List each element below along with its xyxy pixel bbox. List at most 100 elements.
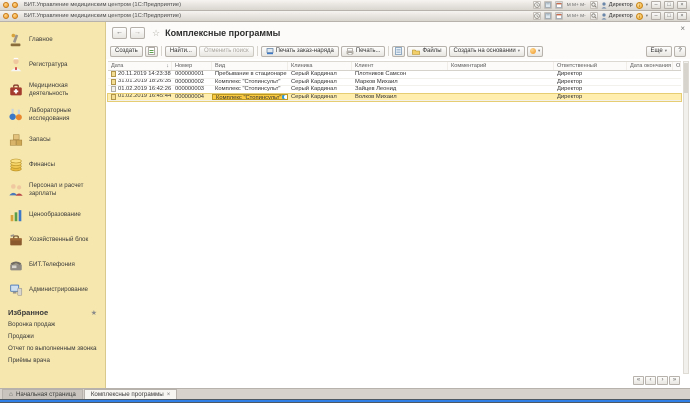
maximize-button[interactable]: □ [664,12,674,20]
calc-memory-buttons[interactable]: М М+ М- [566,14,587,19]
column-header-responsible[interactable]: Ответственный [554,62,627,70]
favorite-link-doctor-appointments[interactable]: Приёмы врача [8,357,97,364]
table-row[interactable]: 31.01.2019 18:26:35 000000002 Комплекс "… [108,79,681,87]
chevron-down-icon: ▾ [665,48,667,54]
current-user[interactable]: Директор [601,2,633,9]
main-menu-icon[interactable] [3,13,9,19]
minimize-button[interactable]: – [651,12,661,20]
calc-memory-buttons[interactable]: М М+ М- [566,3,587,8]
window-title: БИТ.Управление медицинским центром (1С:П… [24,13,181,19]
current-user[interactable]: Директор [601,13,633,20]
sidebar-item-registry[interactable]: Регистратура [0,52,105,77]
window-title: БИТ.Управление медицинским центром (1С:П… [24,2,181,8]
tab-close-icon[interactable]: × [167,392,171,398]
pager-first-button[interactable]: « [633,376,644,385]
bit-actions-button[interactable]: ▾ [527,46,543,57]
column-header-stopped[interactable]: Остановлен [673,62,681,70]
sidebar-item-label: Хозяйственный блок [29,236,88,243]
titlebar-back: БИТ.Управление медицинским центром (1С:П… [0,0,690,11]
create-based-on-button[interactable]: Создать на основании▾ [449,46,526,57]
search-icon[interactable] [590,12,598,20]
files-icon [412,48,420,55]
table-row-selected[interactable]: 01.02.2019 16:45:44 000000004 Комплекс "… [108,94,681,102]
user-icon [601,2,607,9]
cancel-search-button[interactable]: Отменить поиск [199,46,254,57]
column-header-end-date[interactable]: Дата окончания действия [627,62,673,70]
phone-icon [8,257,24,273]
calculator-icon[interactable] [544,12,552,20]
user-icon [601,13,607,20]
column-header-comment[interactable]: Комментарий [448,62,554,70]
selected-cell[interactable]: Комплекс "Стопинсульт" [212,94,288,101]
search-icon[interactable] [590,1,598,9]
record-pager: « ‹ › » [633,376,680,385]
close-button[interactable]: × [677,1,687,9]
sidebar-item-telephony[interactable]: БИТ.Телефония [0,252,105,277]
form-close-icon[interactable]: × [680,25,685,33]
sidebar-item-personnel[interactable]: Персонал и расчет зарплаты [0,177,105,202]
toolbox-icon [8,232,24,248]
sidebar-item-administration[interactable]: Администрирование [0,277,105,302]
bit-orange-icon [530,48,536,54]
sidebar-item-lab[interactable]: Лабораторные исследования [0,102,105,127]
favorite-link-sales[interactable]: Продажи [8,333,97,340]
sidebar-item-main[interactable]: Главное [0,27,105,52]
sidebar-item-label: Персонал и расчет зарплаты [29,182,101,196]
column-header-number[interactable]: Номер [172,62,212,70]
info-icon[interactable]: i [636,13,643,20]
minimize-button[interactable]: – [651,1,661,9]
close-button[interactable]: × [677,12,687,20]
microscope-icon [8,32,24,48]
table-row[interactable]: 01.02.2019 16:42:26 000000003 Комплекс "… [108,86,681,94]
scrollbar-thumb[interactable] [684,63,688,93]
vertical-scrollbar[interactable] [683,61,689,374]
history-icon[interactable] [533,1,541,9]
print-order-button[interactable]: Печать заказ-наряда [261,46,339,57]
favorite-link-sales-funnel[interactable]: Воронка продаж [8,321,97,328]
copy-button[interactable] [145,46,158,57]
table-row[interactable]: 20.11.2019 14:23:38 000000001 Пребывание… [108,71,681,79]
sidebar-item-stock[interactable]: Запасы [0,127,105,152]
calendar-icon[interactable] [555,1,563,9]
pager-prev-button[interactable]: ‹ [645,376,656,385]
forward-button[interactable]: → [130,27,145,39]
column-header-date[interactable]: Дата↓ [108,62,172,70]
sidebar-item-finance[interactable]: Финансы [0,152,105,177]
info-caret-icon[interactable]: ▾ [646,2,648,8]
sidebar-item-facilities[interactable]: Хозяйственный блок [0,227,105,252]
column-header-clinic[interactable]: Клиника [288,62,352,70]
print-button[interactable]: Печать... [341,46,386,57]
sidebar-item-label: Медицинская деятельность [29,82,101,96]
back-button[interactable]: ← [112,27,127,39]
column-header-kind[interactable]: Вид [212,62,288,70]
favorite-link-calls-report[interactable]: Отчет по выполненным звонкам [8,345,97,352]
sidebar-item-medical-activity[interactable]: Медицинская деятельность [0,77,105,102]
table-header-row: Дата↓ Номер Вид Клиника Клиент Комментар… [108,62,681,71]
pager-next-button[interactable]: › [657,376,668,385]
maximize-button[interactable]: □ [664,1,674,9]
sections-panel: Главное Регистратура Медицинская деятель… [0,22,106,388]
files-button[interactable]: Файлы [407,46,446,57]
star-icon[interactable]: ★ [91,309,97,317]
sidebar-item-pricing[interactable]: Ценообразование [0,202,105,227]
info-icon[interactable]: i [636,2,643,9]
computer-icon [8,282,24,298]
calculator-icon[interactable] [544,1,552,9]
form-area: ← → ☆ Комплексные программы × Создать На… [106,22,690,388]
chevron-down-icon: ▾ [538,48,540,54]
calendar-icon[interactable] [555,12,563,20]
more-button[interactable]: Еще▾ [646,46,672,57]
create-button[interactable]: Создать [110,46,143,57]
tab-home[interactable]: ⌂ Начальная страница [2,389,83,399]
main-menu-icon[interactable] [3,2,9,8]
help-button[interactable]: ? [674,46,686,57]
history-icon[interactable] [533,12,541,20]
medical-bag-icon [8,82,24,98]
pager-last-button[interactable]: » [669,376,680,385]
report-button[interactable] [392,46,405,57]
info-caret-icon[interactable]: ▾ [646,13,648,19]
tab-complex-programs[interactable]: Комплексные программы × [84,389,177,399]
favorite-star-icon[interactable]: ☆ [152,28,160,39]
find-button[interactable]: Найти... [165,46,197,57]
column-header-client[interactable]: Клиент [352,62,448,70]
